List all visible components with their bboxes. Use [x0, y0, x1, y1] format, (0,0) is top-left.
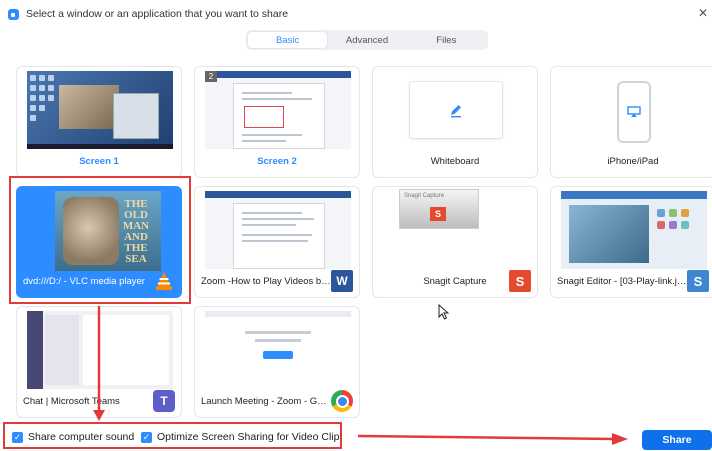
- optimize-label: Optimize Screen Sharing for Video Clip: [157, 431, 340, 443]
- share-sound-label: Share computer sound: [28, 431, 135, 443]
- checkbox-checked-icon: ✓: [12, 431, 23, 443]
- share-button[interactable]: Share: [642, 430, 712, 450]
- checkbox-checked-icon: ✓: [141, 431, 152, 443]
- annotation-arrows: [93, 306, 628, 445]
- share-sound-checkbox[interactable]: ✓ Share computer sound: [12, 431, 134, 443]
- optimize-video-checkbox[interactable]: ✓ Optimize Screen Sharing for Video Clip: [141, 431, 339, 443]
